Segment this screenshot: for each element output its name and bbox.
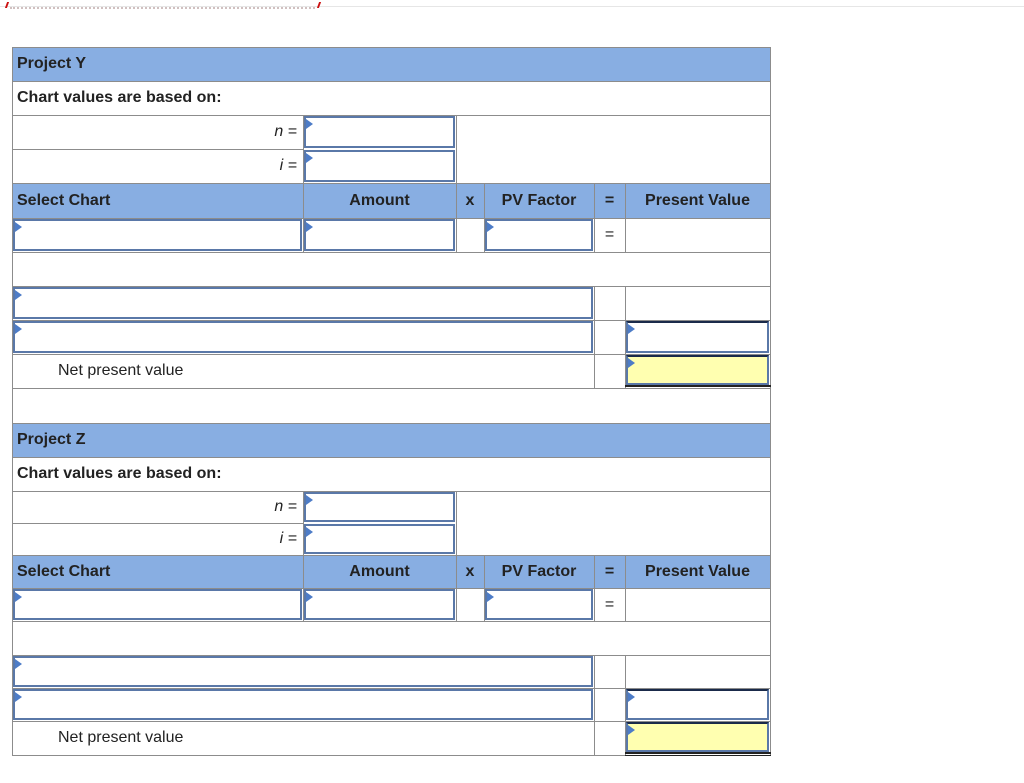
row-cell bbox=[456, 588, 485, 622]
row-cell bbox=[625, 286, 771, 321]
input-flag-icon bbox=[487, 592, 494, 602]
input-flag-icon bbox=[306, 527, 313, 537]
row-equals-sign: = bbox=[604, 596, 615, 613]
n-i-empty-cell bbox=[456, 115, 771, 184]
col-header-pv-factor: PV Factor bbox=[501, 192, 577, 209]
row-cell bbox=[594, 286, 626, 321]
select-chart-dropdown[interactable] bbox=[13, 589, 302, 620]
col-header-pv-factor: PV Factor bbox=[501, 563, 577, 580]
i-label: i = bbox=[279, 157, 297, 174]
select-chart-dropdown[interactable] bbox=[13, 219, 302, 251]
row-cell bbox=[625, 218, 771, 253]
col-header-present-value: Present Value bbox=[645, 192, 750, 209]
n-i-empty-cell bbox=[456, 491, 771, 556]
row-cell bbox=[594, 354, 626, 389]
row-cell bbox=[594, 688, 626, 722]
input-flag-icon bbox=[306, 119, 313, 129]
section-spacer bbox=[12, 388, 771, 424]
input-flag-icon bbox=[15, 290, 22, 300]
red-mark bbox=[316, 2, 322, 8]
col-header-equals: = bbox=[604, 563, 615, 580]
input-flag-icon bbox=[15, 659, 22, 669]
project-title: Project Z bbox=[17, 431, 86, 448]
col-header-times: x bbox=[465, 192, 475, 209]
net-present-value-input[interactable] bbox=[626, 722, 769, 752]
input-flag-icon bbox=[15, 222, 22, 232]
present-value-total-input[interactable] bbox=[626, 321, 769, 353]
i-input[interactable] bbox=[304, 150, 455, 182]
present-value-total-input[interactable] bbox=[626, 689, 769, 720]
input-flag-icon bbox=[628, 358, 635, 368]
row-equals-sign: = bbox=[604, 226, 615, 243]
input-flag-icon bbox=[306, 222, 313, 232]
row-cell bbox=[594, 721, 626, 756]
col-header-equals: = bbox=[604, 192, 615, 209]
project-title: Project Y bbox=[17, 55, 87, 72]
amount-input[interactable] bbox=[304, 219, 455, 251]
net-present-value-label: Net present value bbox=[58, 362, 184, 379]
n-label: n = bbox=[274, 498, 297, 515]
input-flag-icon bbox=[15, 592, 22, 602]
net-present-value-input[interactable] bbox=[626, 355, 769, 385]
i-label: i = bbox=[279, 530, 297, 547]
col-header-times: x bbox=[465, 563, 475, 580]
dotted-underline bbox=[10, 3, 315, 9]
description-dropdown-1[interactable] bbox=[13, 287, 593, 319]
input-flag-icon bbox=[628, 324, 635, 334]
input-flag-icon bbox=[306, 592, 313, 602]
pv-factor-input[interactable] bbox=[485, 589, 593, 620]
row-cell bbox=[456, 218, 485, 253]
row-cell bbox=[625, 588, 771, 622]
input-flag-icon bbox=[487, 222, 494, 232]
col-header-present-value: Present Value bbox=[645, 563, 750, 580]
n-label: n = bbox=[274, 123, 297, 140]
i-input[interactable] bbox=[304, 524, 455, 554]
red-mark bbox=[4, 2, 10, 8]
input-flag-icon bbox=[15, 692, 22, 702]
input-flag-icon bbox=[306, 495, 313, 505]
chart-values-label: Chart values are based on: bbox=[17, 89, 222, 106]
blank-row bbox=[12, 252, 771, 287]
input-flag-icon bbox=[15, 324, 22, 334]
input-flag-icon bbox=[628, 725, 635, 735]
col-header-select-chart: Select Chart bbox=[17, 192, 111, 209]
description-dropdown-2[interactable] bbox=[13, 321, 593, 353]
input-flag-icon bbox=[306, 153, 313, 163]
row-cell bbox=[594, 655, 626, 689]
n-input[interactable] bbox=[304, 116, 455, 148]
chart-values-label: Chart values are based on: bbox=[17, 465, 222, 482]
row-cell bbox=[625, 655, 771, 689]
double-underline bbox=[625, 752, 771, 756]
amount-input[interactable] bbox=[304, 589, 455, 620]
blank-row bbox=[12, 621, 771, 656]
input-flag-icon bbox=[628, 692, 635, 702]
net-present-value-label: Net present value bbox=[58, 729, 184, 746]
pv-factor-input[interactable] bbox=[485, 219, 593, 251]
row-cell bbox=[594, 320, 626, 355]
col-header-select-chart: Select Chart bbox=[17, 563, 111, 580]
description-dropdown-1[interactable] bbox=[13, 656, 593, 687]
n-input[interactable] bbox=[304, 492, 455, 522]
description-dropdown-2[interactable] bbox=[13, 689, 593, 720]
col-header-amount: Amount bbox=[349, 563, 410, 580]
col-header-amount: Amount bbox=[349, 192, 410, 209]
